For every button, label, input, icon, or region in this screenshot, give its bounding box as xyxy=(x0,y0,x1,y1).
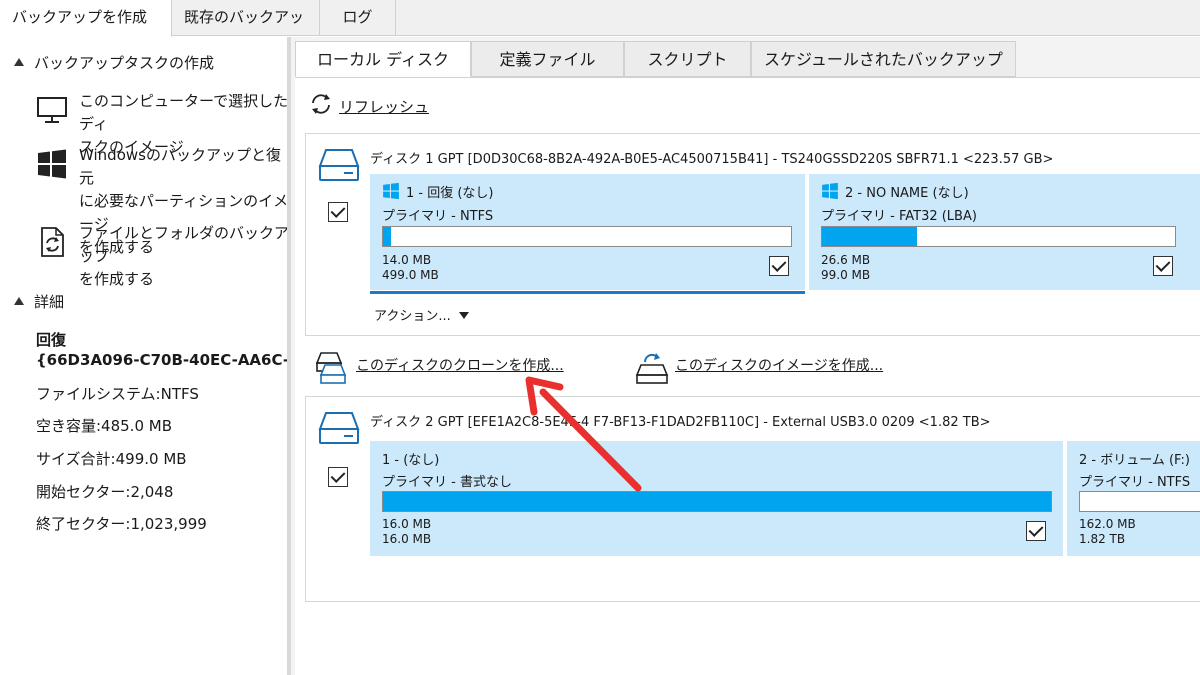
disk-1-checkbox[interactable] xyxy=(328,202,348,222)
task-text-line: このコンピューターで選択したディ xyxy=(79,92,289,133)
caret-down-icon xyxy=(458,312,469,319)
disk-2-checkbox[interactable] xyxy=(328,467,348,487)
details-header[interactable]: 詳細 xyxy=(14,291,64,312)
windows-logo-icon xyxy=(822,182,838,200)
partition-name: 1 - 回復 (なし) xyxy=(382,182,494,201)
partition-usage-bar xyxy=(821,226,1176,247)
partition-name-text: 2 - NO NAME (なし) xyxy=(845,186,969,201)
collapse-triangle-icon[interactable] xyxy=(14,297,24,305)
partition-2-checkbox[interactable] xyxy=(1153,256,1173,276)
partition-total: 499.0 MB xyxy=(382,268,439,282)
tab-definition-files[interactable]: 定義ファイル xyxy=(471,41,624,77)
partition-name: 2 - NO NAME (なし) xyxy=(821,182,969,201)
refresh-label: リフレッシュ xyxy=(339,98,430,116)
detail-total-size: サイズ合計:499.0 MB xyxy=(36,450,187,468)
partition-type: プライマリ - NTFS xyxy=(382,209,494,224)
top-tab-bar: バックアップを作成する 既存のバックアップ ログ xyxy=(0,0,1200,61)
usage-fill xyxy=(822,227,918,246)
partition-2-noname[interactable]: 2 - NO NAME (なし) プライマリ - FAT32 (LBA) 26.… xyxy=(809,174,1200,290)
partition-used: 162.0 MB xyxy=(1079,517,1136,531)
right-pane: ローカル ディスク 定義ファイル スクリプト スケジュールされたバックアップ リ… xyxy=(291,37,1200,675)
tab-scripts[interactable]: スクリプト xyxy=(624,41,751,77)
refresh-icon xyxy=(312,94,330,114)
disk-1-panel: ディスク 1 GPT [D0D30C68-8B2A-492A-B0E5-AC45… xyxy=(305,133,1200,336)
refresh-button[interactable]: リフレッシュ xyxy=(309,92,429,120)
partition-1-unformatted[interactable]: 1 - (なし) プライマリ - 書式なし 16.0 MB 16.0 MB xyxy=(370,441,1063,556)
partition-name-text: 1 - 回復 (なし) xyxy=(406,186,494,201)
tab-log[interactable]: ログ xyxy=(320,0,396,36)
tab-scheduled-backups[interactable]: スケジュールされたバックアップ xyxy=(751,41,1016,77)
task-file-backup[interactable]: ファイルとフォルダのバックアップ を作成する xyxy=(36,222,290,288)
actions-label: アクション... xyxy=(374,309,451,324)
clone-disk-icon xyxy=(315,352,347,384)
detail-start-sector: 開始セクター:2,048 xyxy=(36,483,174,501)
image-disk-label: このディスクのイメージを作成... xyxy=(675,358,884,374)
partition-1-checkbox[interactable] xyxy=(769,256,789,276)
disk-list-panel: リフレッシュ ディスク 1 GPT [D0D30C68-8B2A-492A-B0… xyxy=(295,77,1200,675)
file-sync-icon xyxy=(41,227,64,257)
disk-2-panel: ディスク 2 GPT [EFE1A2C8-5E4F-4 F7-BF13-F1DA… xyxy=(305,396,1200,602)
disk-1-title: ディスク 1 GPT [D0D30C68-8B2A-492A-B0E5-AC45… xyxy=(370,152,1054,167)
partition-name: 2 - ボリューム (F:) xyxy=(1079,453,1190,468)
task-disk-image[interactable]: このコンピューターで選択したディ スクのイメージ xyxy=(36,90,289,156)
partition-used: 26.6 MB xyxy=(821,253,871,267)
partition-total: 16.0 MB xyxy=(382,532,432,546)
monitor-icon xyxy=(37,97,67,123)
partition-name: 1 - (なし) xyxy=(382,453,440,468)
partition-usage-bar xyxy=(1079,491,1200,512)
actions-dropdown[interactable]: アクション... xyxy=(374,305,469,324)
clone-disk-label: このディスクのクローンを作成... xyxy=(356,358,564,374)
task-text-line: Windowsのバックアップと復元 xyxy=(79,146,281,187)
partition-usage-bar xyxy=(382,226,792,247)
partition-usage-bar xyxy=(382,491,1052,512)
partition-type: プライマリ - NTFS xyxy=(1079,475,1191,490)
detail-free-space: 空き容量:485.0 MB xyxy=(36,417,172,435)
windows-logo-icon xyxy=(38,149,66,179)
tab-existing-backups[interactable]: 既存のバックアップ xyxy=(172,0,320,61)
partition-2-volume-f[interactable]: 2 - ボリューム (F:) プライマリ - NTFS 162.0 MB 1.8… xyxy=(1067,441,1200,556)
partition-type: プライマリ - 書式なし xyxy=(382,475,512,490)
hard-disk-icon xyxy=(318,149,360,181)
usage-fill xyxy=(383,492,1051,511)
partition-type: プライマリ - FAT32 (LBA) xyxy=(821,209,977,224)
partition-used: 16.0 MB xyxy=(382,517,432,531)
hard-disk-icon xyxy=(318,412,360,444)
partition-selection-indicator xyxy=(370,291,805,294)
left-pane: バックアップタスクの作成 このコンピューターで選択したディ スクのイメージ Wi… xyxy=(0,37,310,675)
windows-logo-icon xyxy=(383,182,399,200)
usage-fill xyxy=(383,227,392,246)
collapse-triangle-icon[interactable] xyxy=(14,58,24,66)
image-disk-icon xyxy=(635,353,669,384)
detail-guid: {66D3A096-C70B-40EC-AA6C-26 xyxy=(36,351,310,369)
detail-filesystem: ファイルシステム:NTFS xyxy=(36,385,199,403)
task-text-line: を作成する xyxy=(79,270,155,288)
detail-name: 回復 xyxy=(36,331,67,349)
detail-end-sector: 終了セクター:1,023,999 xyxy=(36,515,207,533)
tab-create-backup[interactable]: バックアップを作成する xyxy=(0,0,172,61)
image-disk-link[interactable]: このディスクのイメージを作成... xyxy=(635,351,885,385)
partition-total: 1.82 TB xyxy=(1079,532,1126,546)
clone-disk-link[interactable]: このディスクのクローンを作成... xyxy=(315,351,565,385)
partition-1-recovery[interactable]: 1 - 回復 (なし) プライマリ - NTFS 14.0 MB 499.0 M… xyxy=(370,174,805,290)
disk-2-title: ディスク 2 GPT [EFE1A2C8-5E4F-4 F7-BF13-F1DA… xyxy=(370,415,991,430)
task-text-line: ファイルとフォルダのバックアップ xyxy=(79,224,290,265)
tab-local-disk[interactable]: ローカル ディスク xyxy=(295,41,471,77)
partition-used: 14.0 MB xyxy=(382,253,432,267)
task-windows-backup[interactable]: Windowsのバックアップと復元 に必要なパーティションのイメージ を作成する xyxy=(36,144,288,256)
partition-total: 99.0 MB xyxy=(821,268,871,282)
tasks-header[interactable]: バックアップタスクの作成 xyxy=(14,52,214,73)
partition-1-checkbox[interactable] xyxy=(1026,521,1046,541)
